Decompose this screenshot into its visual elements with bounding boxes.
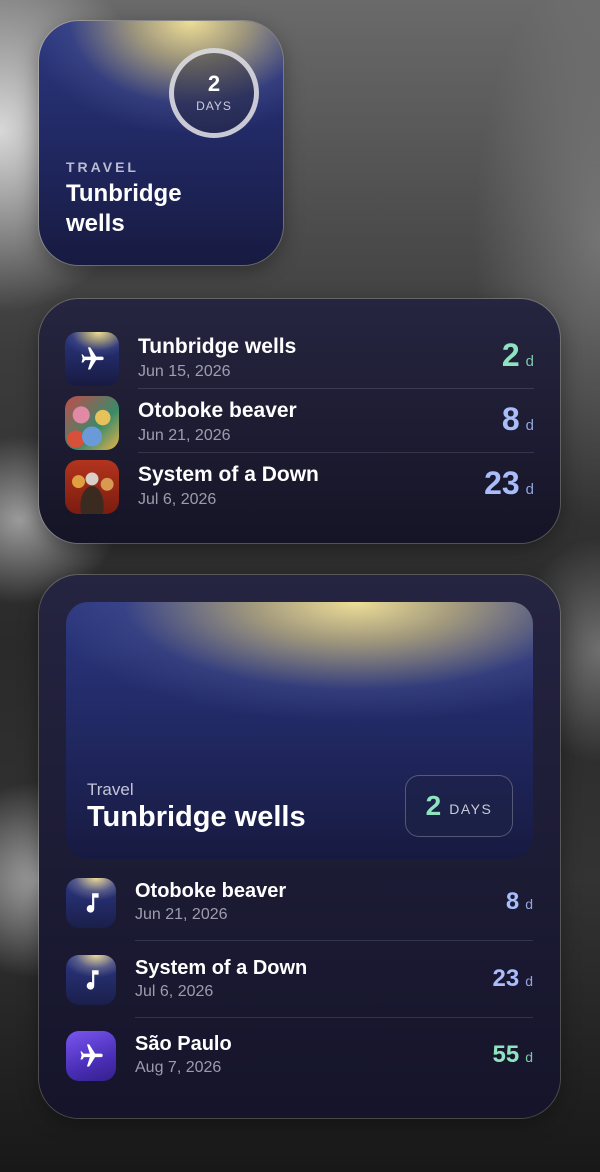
item-title: Otoboke beaver xyxy=(135,880,287,902)
item-days-unit: d xyxy=(525,417,534,434)
item-days-count: 8 xyxy=(501,401,520,437)
item-days: 55 d xyxy=(493,1041,534,1069)
list-item[interactable]: Otoboke beaver Jun 21, 2026 8d xyxy=(39,870,560,940)
list-item[interactable]: São Paulo Aug 7, 2026 55 d xyxy=(39,1023,560,1093)
item-days: 23 d xyxy=(484,465,534,502)
hero-category: Travel xyxy=(87,780,134,799)
large-countdown-widget[interactable]: Travel Tunbridge wells 2 DAYS Otoboke be… xyxy=(39,575,560,1118)
item-title: Otoboke beaver xyxy=(138,399,297,422)
music-note-icon xyxy=(66,955,116,1005)
music-note-icon xyxy=(66,878,116,928)
divider xyxy=(135,1017,533,1018)
divider xyxy=(138,452,534,453)
item-days-unit: d xyxy=(525,481,534,498)
event-title-line-1: Tunbridge xyxy=(66,180,182,207)
medium-countdown-widget[interactable]: Tunbridge wells Jun 15, 2026 2d Otoboke … xyxy=(39,299,560,543)
days-unit: DAYS xyxy=(449,801,493,817)
event-title-line-2: wells xyxy=(66,210,125,237)
item-date: Jun 15, 2026 xyxy=(138,363,231,380)
item-date: Jul 6, 2026 xyxy=(138,491,217,508)
days-ring: 2 DAYS xyxy=(169,48,259,138)
item-days: 8d xyxy=(502,401,534,438)
item-days: 8d xyxy=(506,888,533,916)
item-days-count: 23 xyxy=(484,465,520,501)
event-title: Tunbridge wells xyxy=(66,179,246,239)
item-days-unit: d xyxy=(525,353,534,370)
airplane-icon xyxy=(65,332,119,386)
item-days-unit: d xyxy=(525,896,533,912)
item-days-count: 2 xyxy=(501,337,520,373)
band-photo-soad xyxy=(65,460,119,514)
list-item[interactable]: Otoboke beaver Jun 21, 2026 8d xyxy=(39,391,560,451)
list-item[interactable]: Tunbridge wells Jun 15, 2026 2d xyxy=(39,327,560,387)
days-count: 2 xyxy=(207,71,221,96)
item-days-count: 55 xyxy=(492,1041,520,1068)
item-date: Jul 6, 2026 xyxy=(135,983,214,1000)
divider xyxy=(135,940,533,941)
item-title: São Paulo xyxy=(135,1033,232,1055)
hero-title: Tunbridge wells xyxy=(87,801,306,833)
item-days-unit: d xyxy=(525,1049,533,1065)
days-pill: 2 DAYS xyxy=(405,775,513,837)
item-days: 23 d xyxy=(493,965,534,993)
event-category: TRAVEL xyxy=(66,159,139,175)
item-date: Jun 21, 2026 xyxy=(138,427,231,444)
days-unit: DAYS xyxy=(196,99,232,113)
item-days-count: 23 xyxy=(492,965,520,992)
item-days-count: 8 xyxy=(505,888,520,915)
airplane-icon xyxy=(66,1031,116,1081)
small-countdown-widget[interactable]: 2 DAYS TRAVEL Tunbridge wells xyxy=(39,21,283,265)
hero-card[interactable]: Travel Tunbridge wells 2 DAYS xyxy=(66,602,533,859)
item-days: 2d xyxy=(502,337,534,374)
item-days-unit: d xyxy=(525,973,533,989)
item-title: System of a Down xyxy=(138,463,319,486)
list-item[interactable]: System of a Down Jul 6, 2026 23 d xyxy=(39,455,560,515)
item-title: System of a Down xyxy=(135,957,308,979)
days-count: 2 xyxy=(425,790,442,821)
divider xyxy=(138,388,534,389)
band-photo-otoboke xyxy=(65,396,119,450)
item-date: Aug 7, 2026 xyxy=(135,1059,222,1076)
item-title: Tunbridge wells xyxy=(138,335,297,358)
item-date: Jun 21, 2026 xyxy=(135,906,228,923)
list-item[interactable]: System of a Down Jul 6, 2026 23 d xyxy=(39,947,560,1017)
